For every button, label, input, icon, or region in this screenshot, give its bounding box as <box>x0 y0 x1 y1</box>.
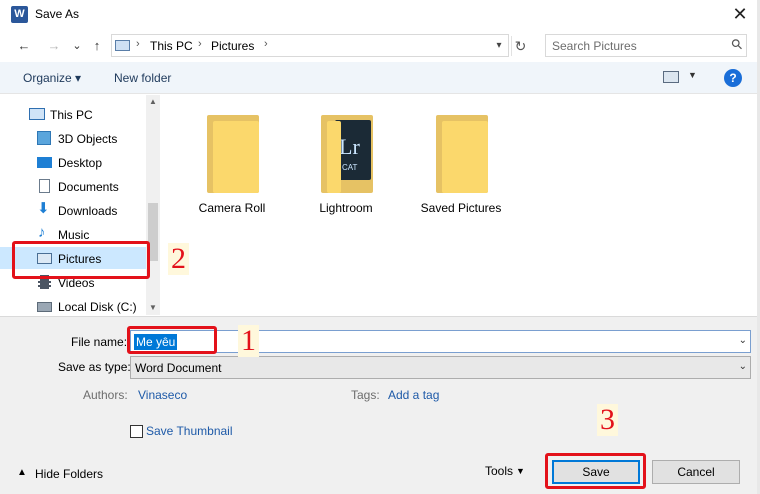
sidebar-item-label: Downloads <box>58 204 118 218</box>
save-thumbnail-label[interactable]: Save Thumbnail <box>146 424 233 438</box>
folder-label: Saved Pictures <box>420 201 502 215</box>
lightroom-badge-sub: CAT <box>342 163 358 172</box>
new-folder-button[interactable]: New folder <box>114 71 171 85</box>
folder-label: Camera Roll <box>198 201 266 215</box>
sidebar-item-label: Documents <box>58 180 119 194</box>
chevron-down-icon[interactable]: ▾ <box>490 35 508 56</box>
tags-label: Tags: <box>351 388 380 402</box>
folder-icon: Lr CAT <box>321 115 373 193</box>
view-options-icon[interactable] <box>663 71 679 83</box>
address-bar[interactable]: › This PC › Pictures › ▾ <box>111 34 509 57</box>
cube-icon <box>37 131 51 145</box>
folder-icon <box>436 115 488 193</box>
save-form: File name: Me yêu ⌄ Save as type: Word D… <box>0 316 760 494</box>
folder-label: Lightroom <box>319 201 373 215</box>
breadcrumb-this-pc[interactable]: This PC <box>150 39 193 53</box>
save-as-type-select[interactable]: Word Document ⌄ <box>130 356 751 379</box>
organize-menu[interactable]: Organize ▾ <box>23 71 81 85</box>
view-dropdown-icon[interactable]: ▼ <box>688 70 697 80</box>
document-icon <box>39 179 50 193</box>
sidebar-item-label: Local Disk (C:) <box>58 300 137 314</box>
help-icon[interactable]: ? <box>724 69 742 87</box>
folder-icon <box>207 115 259 193</box>
window-title: Save As <box>35 7 80 21</box>
music-icon: ♪ <box>38 224 46 241</box>
navigation-pane: This PC 3D Objects Desktop Documents ⬇ D… <box>0 95 160 315</box>
breadcrumb-separator[interactable]: › <box>198 38 202 50</box>
chevron-up-icon[interactable]: ▲ <box>17 467 27 478</box>
tags-value[interactable]: Add a tag <box>388 388 439 402</box>
refresh-icon[interactable]: ↻ <box>511 36 529 56</box>
word-app-icon: W <box>11 6 28 23</box>
authors-value[interactable]: Vinaseco <box>138 388 187 402</box>
desktop-icon <box>37 157 52 168</box>
save-as-type-value: Word Document <box>135 361 222 375</box>
tools-dropdown-icon[interactable]: ▼ <box>516 466 525 476</box>
search-icon: ⚲ <box>727 34 746 54</box>
annotation-step-3: 3 <box>597 404 618 436</box>
sidebar-item-label: Desktop <box>58 156 103 170</box>
pc-icon <box>29 108 45 120</box>
sidebar-item-label: Music <box>58 228 90 242</box>
command-bar: Organize ▾ New folder ▼ ? <box>0 62 760 94</box>
this-pc-icon <box>115 40 130 51</box>
sidebar-item-desktop[interactable]: Desktop <box>0 151 146 173</box>
annotation-step-2: 2 <box>168 243 189 275</box>
lightroom-badge-text: Lr <box>339 134 360 159</box>
breadcrumb-separator[interactable]: › <box>264 38 268 50</box>
search-input[interactable] <box>552 38 722 54</box>
tools-menu[interactable]: Tools <box>485 464 513 478</box>
download-icon: ⬇ <box>37 200 50 217</box>
close-button[interactable]: ✕ <box>720 0 760 30</box>
recent-locations-icon[interactable]: ⌄ <box>67 36 87 56</box>
back-arrow-icon[interactable]: ← <box>14 36 34 56</box>
title-bar: W Save As ✕ <box>0 0 760 30</box>
sidebar-item-documents[interactable]: Documents <box>0 175 146 197</box>
annotation-box-save <box>545 453 646 489</box>
sidebar-item-label: 3D Objects <box>58 132 118 146</box>
chevron-down-icon[interactable]: ⌄ <box>739 335 747 346</box>
sidebar-item-local-disk[interactable]: Local Disk (C:) <box>0 295 146 317</box>
cancel-button[interactable]: Cancel <box>652 460 740 484</box>
sidebar-scrollbar[interactable]: ▲ ▼ <box>146 95 160 315</box>
save-as-type-label: Save as type: <box>58 360 131 374</box>
scroll-down-icon[interactable]: ▼ <box>146 301 160 315</box>
authors-label: Authors: <box>83 388 128 402</box>
up-arrow-icon[interactable]: ↑ <box>87 36 107 56</box>
annotation-box-file-name <box>127 326 217 354</box>
annotation-box-pictures <box>12 241 150 279</box>
annotation-step-1: 1 <box>238 325 259 357</box>
forward-arrow-icon[interactable]: → <box>44 36 64 56</box>
sidebar-item-3d-objects[interactable]: 3D Objects <box>0 127 146 149</box>
sidebar-item-downloads[interactable]: ⬇ Downloads <box>0 199 146 221</box>
hide-folders-button[interactable]: Hide Folders <box>35 467 103 481</box>
save-thumbnail-checkbox[interactable] <box>130 425 143 438</box>
disk-icon <box>37 302 52 312</box>
file-name-label: File name: <box>71 335 128 349</box>
breadcrumb-separator[interactable]: › <box>136 38 140 50</box>
file-name-input[interactable]: Me yêu ⌄ <box>130 330 751 353</box>
navigation-bar: ← → ⌄ ↑ › This PC › Pictures › ▾ ↻ ⚲ <box>0 32 760 60</box>
file-list-pane: Camera Roll Lr CAT Lightroom Saved Pictu… <box>161 95 760 315</box>
search-box[interactable]: ⚲ <box>545 34 747 57</box>
scroll-up-icon[interactable]: ▲ <box>146 95 160 109</box>
breadcrumb-pictures[interactable]: Pictures <box>211 39 254 53</box>
folder-camera-roll[interactable]: Camera Roll <box>177 109 287 219</box>
sidebar-item-this-pc[interactable]: This PC <box>0 103 146 125</box>
folder-saved-pictures[interactable]: Saved Pictures <box>406 109 516 219</box>
sidebar-item-label: This PC <box>50 108 93 122</box>
folder-lightroom[interactable]: Lr CAT Lightroom <box>291 109 401 219</box>
chevron-down-icon[interactable]: ⌄ <box>739 361 747 372</box>
